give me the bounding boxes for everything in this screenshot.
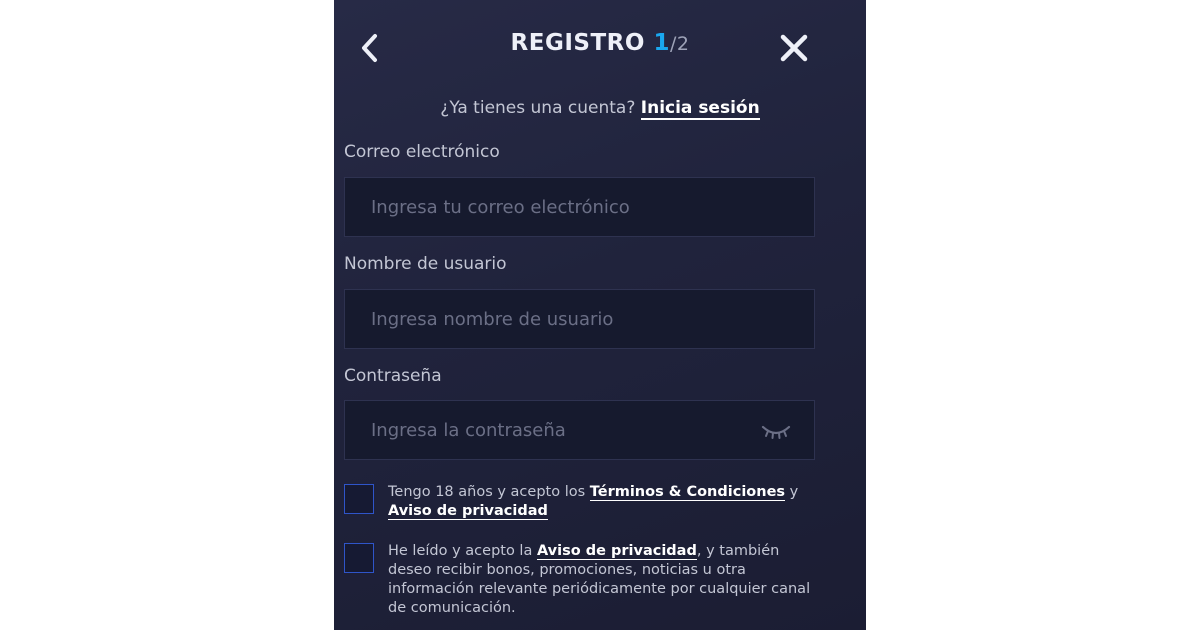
marketing-text-before: He leído y acepto la xyxy=(388,543,533,559)
privacy-notice-link[interactable]: Aviso de privacidad xyxy=(388,503,548,520)
email-field-box xyxy=(344,177,815,237)
username-label: Nombre de usuario xyxy=(344,254,507,274)
eye-closed-icon xyxy=(761,425,791,439)
toggle-password-visibility-button[interactable] xyxy=(760,421,792,443)
terms-text-middle: y xyxy=(789,484,799,500)
username-field-box xyxy=(344,289,815,349)
step-current: 1 xyxy=(653,30,670,56)
terms-text-before: Tengo 18 años y acepto los xyxy=(388,484,586,500)
login-prompt: ¿Ya tienes una cuenta? Inicia sesión xyxy=(334,98,866,120)
close-button[interactable] xyxy=(774,28,814,68)
username-field[interactable] xyxy=(345,290,814,348)
marketing-checkbox[interactable] xyxy=(344,543,374,573)
marketing-privacy-link[interactable]: Aviso de privacidad xyxy=(536,543,697,560)
password-field-box xyxy=(344,400,815,460)
login-link[interactable]: Inicia sesión xyxy=(640,98,760,120)
password-label: Contraseña xyxy=(344,366,442,386)
title-text: REGISTRO xyxy=(510,30,645,56)
login-prompt-text: ¿Ya tienes una cuenta? xyxy=(440,98,636,118)
email-label: Correo electrónico xyxy=(344,142,500,162)
marketing-consent-text: He leído y acepto la Aviso de privacidad… xyxy=(388,542,818,618)
email-field[interactable] xyxy=(345,178,814,236)
terms-checkbox[interactable] xyxy=(344,484,374,514)
step-total: /2 xyxy=(669,33,690,55)
terms-conditions-link[interactable]: Términos & Condiciones xyxy=(589,484,786,501)
password-field[interactable] xyxy=(345,401,814,459)
registration-panel: REGISTRO 1/2 ¿Ya tienes una cuenta? Inic… xyxy=(334,0,866,630)
terms-consent-text: Tengo 18 años y acepto los Términos & Co… xyxy=(388,483,818,521)
close-icon xyxy=(780,34,808,62)
